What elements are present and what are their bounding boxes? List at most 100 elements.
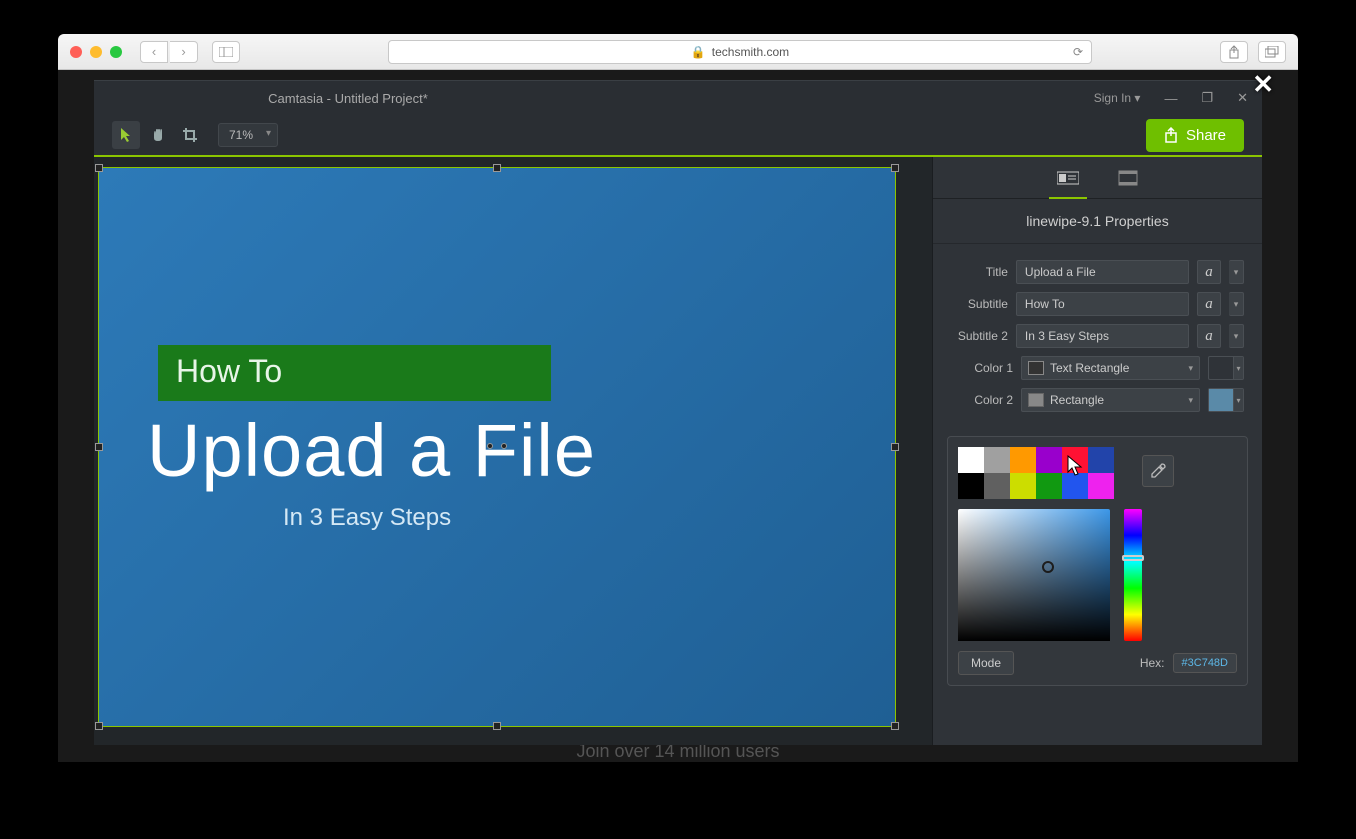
minimize-icon[interactable]: — (1164, 91, 1177, 106)
pointer-tool[interactable] (112, 121, 140, 149)
input-subtitle[interactable] (1016, 292, 1189, 316)
color-swatch[interactable] (1062, 473, 1088, 499)
zoom-dropdown[interactable]: 71% (218, 123, 278, 147)
canvas-subtitle2[interactable]: In 3 Easy Steps (283, 504, 451, 532)
properties-icon (1057, 170, 1079, 186)
fullscreen-window-icon[interactable] (110, 46, 122, 58)
input-title[interactable] (1016, 260, 1189, 284)
minimize-window-icon[interactable] (90, 46, 102, 58)
crop-icon (182, 127, 198, 143)
color-picker: Mode Hex: #3C748D (947, 436, 1248, 686)
back-button[interactable]: ‹ (140, 41, 168, 63)
close-icon[interactable]: ✕ (1237, 90, 1248, 106)
color2-target: Rectangle (1050, 393, 1104, 407)
color-field-cursor[interactable] (1042, 561, 1054, 573)
properties-form: Title a ▾ Subtitle a ▾ Subtitle 2 a ▾ (933, 244, 1262, 430)
hex-value[interactable]: #3C748D (1173, 653, 1237, 673)
color-swatch[interactable] (1010, 473, 1036, 499)
color2-target-select[interactable]: Rectangle ▾ (1021, 388, 1200, 412)
properties-panel: linewipe-9.1 Properties Title a ▾ Subtit… (932, 157, 1262, 745)
color-swatch[interactable] (1062, 447, 1088, 473)
selection-handle[interactable] (891, 443, 899, 451)
prop-row-color2: Color 2 Rectangle ▾ ▾ (945, 388, 1244, 412)
color-swatch[interactable] (1088, 473, 1114, 499)
color-swatches (958, 447, 1114, 499)
font-button[interactable]: a (1197, 292, 1221, 316)
eyedropper-icon (1149, 462, 1167, 480)
share-button-main[interactable]: Share (1146, 119, 1244, 152)
color2-chip[interactable]: ▾ (1208, 388, 1244, 412)
tab-properties[interactable] (1055, 168, 1081, 188)
sign-in-button[interactable]: Sign In ▾ (1094, 91, 1141, 105)
selection-handle[interactable] (95, 443, 103, 451)
color-swatch[interactable] (984, 447, 1010, 473)
crop-tool[interactable] (176, 121, 204, 149)
font-button[interactable]: a (1197, 260, 1221, 284)
app-titlebar: Camtasia - Untitled Project* Sign In ▾ —… (94, 81, 1262, 115)
hue-cursor[interactable] (1122, 555, 1144, 561)
font-dropdown[interactable]: ▾ (1229, 324, 1244, 348)
color-swatch[interactable] (1088, 447, 1114, 473)
url-bar[interactable]: 🔒 techsmith.com ⟳ (388, 40, 1092, 64)
selection-handle[interactable] (95, 164, 103, 172)
app-toolbar: 71% Share (94, 115, 1262, 155)
selection-handle[interactable] (95, 722, 103, 730)
label-subtitle: Subtitle (945, 297, 1008, 311)
selection-handle[interactable] (891, 164, 899, 172)
camtasia-app: ✕ Camtasia - Untitled Project* Sign In ▾… (94, 80, 1262, 745)
label-subtitle2: Subtitle 2 (945, 329, 1008, 343)
reload-icon[interactable]: ⟳ (1073, 45, 1083, 59)
lock-icon: 🔒 (691, 45, 706, 59)
sidebar-toggle[interactable] (212, 41, 240, 63)
url-host: techsmith.com (712, 45, 789, 59)
pointer-icon (119, 127, 133, 143)
hue-slider[interactable] (1124, 509, 1142, 641)
canvas-subtitle[interactable]: How To (158, 345, 551, 401)
hex-label: Hex: (1140, 656, 1165, 670)
mode-button[interactable]: Mode (958, 651, 1014, 675)
selection-handle[interactable] (493, 164, 501, 172)
modal-close-icon[interactable]: ✕ (1252, 69, 1274, 100)
color-swatch[interactable] (1010, 447, 1036, 473)
window-traffic-lights[interactable] (70, 46, 122, 58)
font-dropdown[interactable]: ▾ (1229, 260, 1244, 284)
forward-button[interactable]: › (170, 41, 198, 63)
color-swatch[interactable] (958, 473, 984, 499)
nav-buttons: ‹ › (140, 41, 198, 63)
canvas-title[interactable]: Upload a File (147, 408, 596, 493)
color-picker-top (958, 447, 1237, 499)
color-picker-main (958, 509, 1237, 641)
selection-handle[interactable] (891, 722, 899, 730)
color1-swatch (1209, 357, 1233, 379)
chevron-down-icon: ▾ (1188, 363, 1193, 374)
eyedropper-button[interactable] (1142, 455, 1174, 487)
properties-header: linewipe-9.1 Properties (933, 199, 1262, 244)
share-icon (1228, 45, 1240, 59)
input-subtitle2[interactable] (1016, 324, 1189, 348)
tab-effects[interactable] (1115, 168, 1141, 188)
font-button[interactable]: a (1197, 324, 1221, 348)
canvas[interactable]: How To Upload a File In 3 Easy Steps (98, 167, 896, 727)
tabs-button[interactable] (1258, 41, 1286, 63)
pan-tool[interactable] (144, 121, 172, 149)
maximize-icon[interactable]: ❐ (1201, 90, 1213, 106)
color-swatch[interactable] (1036, 447, 1062, 473)
prop-row-subtitle2: Subtitle 2 a ▾ (945, 324, 1244, 348)
color-swatch[interactable] (984, 473, 1010, 499)
film-icon (1117, 170, 1139, 186)
color1-target-select[interactable]: Text Rectangle ▾ (1021, 356, 1200, 380)
color-field[interactable] (958, 509, 1110, 641)
chevron-down-icon: ▾ (1233, 357, 1243, 379)
share-button[interactable] (1220, 41, 1248, 63)
color-swatch[interactable] (958, 447, 984, 473)
window-controls: Sign In ▾ — ❐ ✕ (1094, 90, 1248, 106)
zoom-value: 71% (229, 128, 253, 142)
chevron-down-icon: ▾ (1188, 395, 1193, 406)
selection-handle[interactable] (493, 722, 501, 730)
close-window-icon[interactable] (70, 46, 82, 58)
font-dropdown[interactable]: ▾ (1229, 292, 1244, 316)
app-title: Camtasia - Untitled Project* (198, 91, 498, 106)
color1-chip[interactable]: ▾ (1208, 356, 1244, 380)
label-color2: Color 2 (945, 393, 1013, 407)
color-swatch[interactable] (1036, 473, 1062, 499)
